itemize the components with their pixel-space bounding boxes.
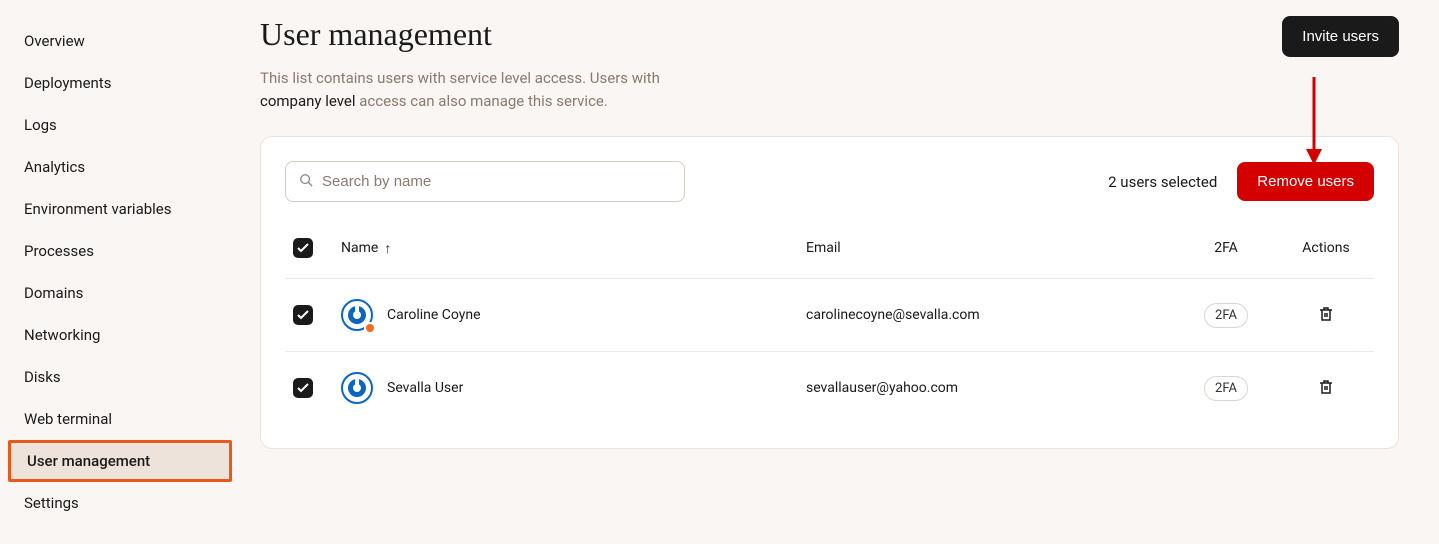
table-row: Sevalla User sevallauser@yahoo.com 2FA xyxy=(285,352,1374,424)
company-level-link[interactable]: company level xyxy=(260,92,356,110)
subtitle-text-before: This list contains users with service le… xyxy=(260,69,660,87)
sidebar-item-deployments[interactable]: Deployments xyxy=(0,62,240,104)
user-email: sevallauser@yahoo.com xyxy=(806,380,1166,396)
column-header-name[interactable]: Name ↑ xyxy=(341,240,806,257)
delete-user-button[interactable] xyxy=(1313,301,1339,330)
twofa-badge: 2FA xyxy=(1204,376,1248,401)
subtitle-text-after: access can also manage this service. xyxy=(356,92,608,110)
user-name: Caroline Coyne xyxy=(387,307,481,323)
table-row: Caroline Coyne carolinecoyne@sevalla.com… xyxy=(285,279,1374,352)
user-name: Sevalla User xyxy=(387,380,463,396)
sidebar-item-environment-variables[interactable]: Environment variables xyxy=(0,188,240,230)
trash-icon xyxy=(1317,378,1335,396)
sidebar-item-networking[interactable]: Networking xyxy=(0,314,240,356)
avatar-badge-icon xyxy=(364,322,376,334)
users-table: Name ↑ Email 2FA Actions xyxy=(285,218,1374,424)
avatar xyxy=(341,372,373,404)
column-header-actions: Actions xyxy=(1286,240,1366,256)
check-icon xyxy=(297,310,309,320)
row-checkbox[interactable] xyxy=(293,305,313,325)
main-content: User management Invite users This list c… xyxy=(240,0,1439,544)
search-wrapper xyxy=(285,161,685,202)
column-header-email[interactable]: Email xyxy=(806,240,1166,256)
user-email: carolinecoyne@sevalla.com xyxy=(806,307,1166,323)
delete-user-button[interactable] xyxy=(1313,374,1339,403)
select-all-checkbox[interactable] xyxy=(293,238,313,258)
check-icon xyxy=(297,243,309,253)
avatar xyxy=(341,299,373,331)
remove-users-button[interactable]: Remove users xyxy=(1237,162,1374,201)
users-card: 2 users selected Remove users Name ↑ Ema… xyxy=(260,136,1399,449)
row-checkbox[interactable] xyxy=(293,378,313,398)
toolbar: 2 users selected Remove users xyxy=(285,161,1374,202)
page-title: User management xyxy=(260,16,492,53)
sidebar: Overview Deployments Logs Analytics Envi… xyxy=(0,0,240,544)
sidebar-item-settings[interactable]: Settings xyxy=(0,482,240,524)
search-icon xyxy=(299,173,313,191)
sidebar-item-domains[interactable]: Domains xyxy=(0,272,240,314)
check-icon xyxy=(297,383,309,393)
search-input[interactable] xyxy=(285,161,685,202)
page-subtitle: This list contains users with service le… xyxy=(260,67,680,112)
sidebar-item-processes[interactable]: Processes xyxy=(0,230,240,272)
sidebar-item-logs[interactable]: Logs xyxy=(0,104,240,146)
sidebar-item-user-management[interactable]: User management xyxy=(8,440,232,482)
sidebar-item-overview[interactable]: Overview xyxy=(0,20,240,62)
column-header-2fa[interactable]: 2FA xyxy=(1166,240,1286,256)
selected-count-text: 2 users selected xyxy=(1108,173,1217,191)
sidebar-item-analytics[interactable]: Analytics xyxy=(0,146,240,188)
invite-users-button[interactable]: Invite users xyxy=(1282,16,1399,57)
column-name-label: Name xyxy=(341,240,378,256)
sidebar-item-disks[interactable]: Disks xyxy=(0,356,240,398)
sidebar-item-web-terminal[interactable]: Web terminal xyxy=(0,398,240,440)
table-header: Name ↑ Email 2FA Actions xyxy=(285,218,1374,279)
arrow-annotation-icon xyxy=(1304,77,1324,167)
sort-arrow-up-icon: ↑ xyxy=(384,240,391,257)
twofa-badge: 2FA xyxy=(1204,303,1248,328)
avatar-icon xyxy=(341,372,373,404)
trash-icon xyxy=(1317,305,1335,323)
